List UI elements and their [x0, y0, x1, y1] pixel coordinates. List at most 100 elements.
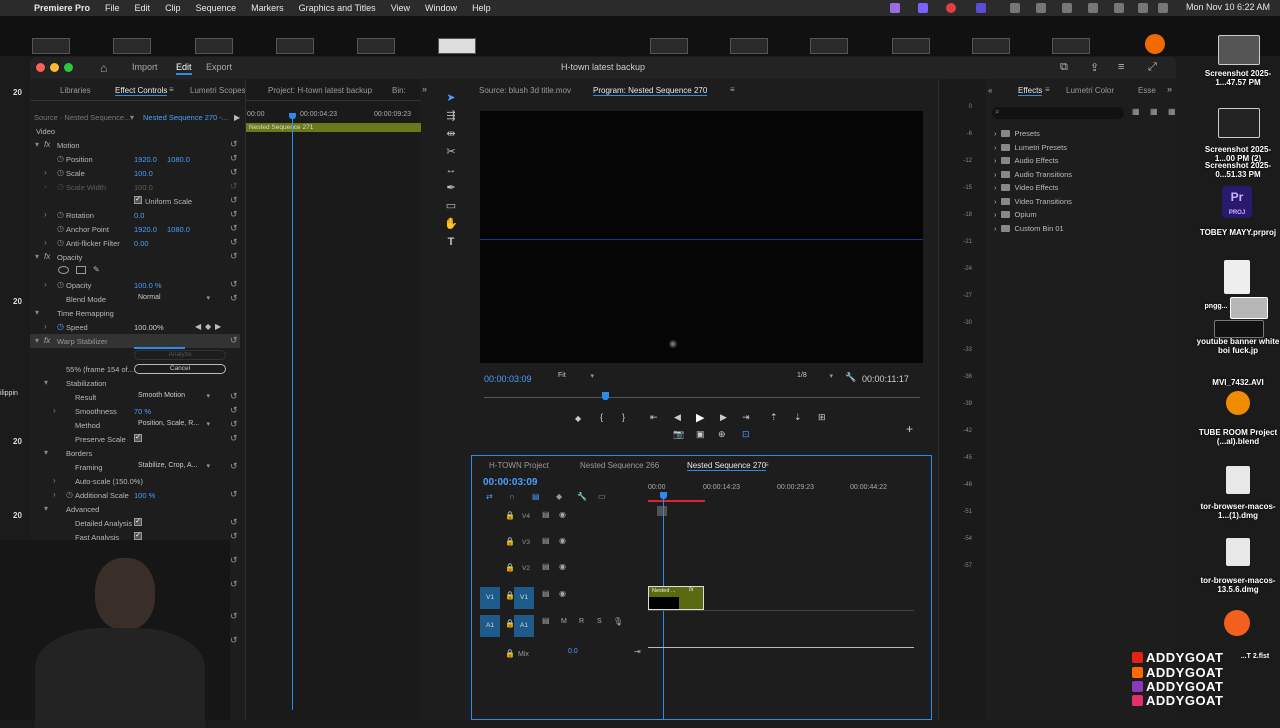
blender-file-icon[interactable]: [1226, 391, 1250, 415]
sync-lock-icon[interactable]: ▤: [542, 589, 550, 598]
chevron-down-icon[interactable]: ▾: [44, 448, 48, 457]
menu-markers[interactable]: Markers: [251, 3, 284, 13]
chevron-right-icon[interactable]: ›: [44, 210, 47, 219]
share-icon[interactable]: ⇪: [1090, 61, 1099, 74]
ec-rotation-value[interactable]: 0.0: [134, 211, 144, 220]
ec-smoothness-value[interactable]: 70 %: [134, 407, 151, 416]
button-editor-icon[interactable]: +: [906, 422, 913, 436]
tab-lumetri-color[interactable]: Lumetri Color: [1066, 86, 1114, 95]
effects-folder-presets[interactable]: › Presets: [994, 129, 1040, 138]
desktop-file-label[interactable]: Screenshot 2025-1...47.57 PM: [1196, 69, 1280, 87]
slip-tool-icon[interactable]: ↔: [444, 163, 458, 177]
fl-studio-app-icon[interactable]: [1145, 34, 1165, 54]
record-button[interactable]: R: [579, 618, 584, 625]
timeline-settings-icon[interactable]: 🔧: [577, 492, 587, 501]
desktop-file-label[interactable]: tor-browser-macos-1...(1).dmg: [1196, 502, 1280, 520]
stopwatch-icon[interactable]: ◷: [57, 154, 64, 163]
lock-icon[interactable]: 🔒: [505, 537, 515, 546]
stopwatch-icon[interactable]: ◷: [57, 210, 64, 219]
reset-icon[interactable]: ↺: [230, 167, 238, 178]
tab-source-monitor[interactable]: Source: blush 3d title.mov: [479, 86, 571, 95]
ec-anchor-y[interactable]: 1080.0: [167, 225, 190, 234]
step-back-icon[interactable]: ◀: [674, 412, 681, 423]
sync-lock-icon[interactable]: ▤: [542, 562, 550, 571]
fx-icon[interactable]: fx: [44, 336, 50, 345]
play-triangle-icon[interactable]: ▶: [234, 113, 240, 122]
panel-menu-icon[interactable]: ≡: [730, 85, 735, 94]
program-playhead[interactable]: [602, 392, 609, 400]
ec-position-x[interactable]: 1920.0: [134, 155, 157, 164]
search-icon[interactable]: [1138, 3, 1148, 13]
file-icon[interactable]: [1224, 260, 1250, 294]
fx-icon[interactable]: fx: [44, 252, 50, 261]
mix-volume-line[interactable]: [648, 647, 914, 648]
display-icon[interactable]: [1062, 3, 1072, 13]
desktop-file-label[interactable]: TUBE ROOM Project (...al).blend: [1196, 428, 1280, 446]
chevron-down-icon[interactable]: ▾: [35, 140, 39, 149]
detailed-analysis-checkbox[interactable]: ✓: [134, 518, 142, 526]
next-keyframe-icon[interactable]: ▶: [215, 322, 221, 331]
menu-window[interactable]: Window: [425, 3, 457, 13]
reset-icon[interactable]: ↺: [230, 139, 238, 150]
yuv-effects-icon[interactable]: ▦: [1168, 107, 1176, 116]
tab-program-monitor[interactable]: Program: Nested Sequence 270: [593, 86, 708, 96]
premiere-project-icon[interactable]: Pr PROJ: [1222, 186, 1252, 218]
fast-analysis-checkbox[interactable]: ✓: [134, 532, 142, 540]
menu-app-name[interactable]: Premiere Pro: [34, 3, 90, 13]
panel-expand-icon[interactable]: «: [988, 86, 992, 95]
status-app-icon[interactable]: [1010, 3, 1020, 13]
program-scrubber-track[interactable]: [484, 397, 920, 398]
stopwatch-icon[interactable]: ◷: [57, 224, 64, 233]
tab-project[interactable]: Project: H-town latest backup: [268, 86, 372, 95]
ellipse-mask-icon[interactable]: [58, 266, 69, 274]
sync-lock-icon[interactable]: ▤: [542, 616, 550, 625]
chevron-right-icon[interactable]: ›: [44, 280, 47, 289]
timeline-playhead-handle[interactable]: [660, 492, 667, 499]
reset-icon[interactable]: ↺: [230, 635, 238, 646]
ec-opacity-header[interactable]: ▾ fx Opacity ↺: [30, 250, 240, 264]
ec-position-y[interactable]: 1080.0: [167, 155, 190, 164]
reset-icon[interactable]: ↺: [230, 433, 238, 444]
record-icon[interactable]: [946, 3, 956, 13]
ec-speed-value[interactable]: 100.00%: [134, 323, 164, 332]
solo-button[interactable]: S: [597, 618, 602, 625]
panel-expand-icon[interactable]: »: [422, 84, 427, 94]
effects-folder-audio-transitions[interactable]: › Audio Transitions: [994, 170, 1072, 179]
ec-anchor-x[interactable]: 1920.0: [134, 225, 157, 234]
type-tool-icon[interactable]: T: [444, 235, 458, 249]
preserve-scale-checkbox[interactable]: ✓: [134, 434, 142, 442]
desktop-file-label[interactable]: MVI_7432.AVI: [1196, 378, 1280, 387]
workspaces-menu-icon[interactable]: ≡: [1118, 61, 1124, 73]
ec-stabilization-header[interactable]: ▾ Stabilization: [30, 376, 240, 390]
cancel-analysis-button[interactable]: Cancel: [134, 364, 226, 374]
tab-nested-sequence-266[interactable]: Nested Sequence 266: [580, 461, 659, 470]
play-icon[interactable]: ▶: [696, 411, 704, 424]
ec-clip-bar[interactable]: Nested Sequence 271: [246, 123, 421, 132]
control-center-icon[interactable]: [1158, 3, 1168, 13]
panel-expand-icon[interactable]: »: [1167, 84, 1172, 94]
image-thumbnail[interactable]: [1214, 320, 1264, 338]
chevron-right-icon[interactable]: ›: [53, 476, 56, 485]
tab-lumetri-scopes[interactable]: Lumetri Scopes: [190, 86, 246, 95]
go-to-out-icon[interactable]: ⇥: [742, 412, 750, 423]
battery-icon[interactable]: [1088, 3, 1098, 13]
wrench-icon[interactable]: 🔧: [845, 372, 856, 383]
add-keyframe-icon[interactable]: ◆: [205, 322, 211, 331]
step-forward-icon[interactable]: ▶: [720, 412, 727, 423]
pen-tool-icon[interactable]: ✒: [444, 181, 458, 195]
tab-libraries[interactable]: Libraries: [60, 86, 91, 95]
chevron-down-icon[interactable]: ▾: [35, 252, 39, 261]
reset-icon[interactable]: ↺: [230, 489, 238, 500]
desktop-file-label[interactable]: ...T 2.flst: [1230, 652, 1280, 661]
menu-file[interactable]: File: [105, 3, 120, 13]
chevron-down-icon[interactable]: ▾: [35, 308, 39, 317]
panel-menu-icon[interactable]: ≡: [764, 460, 769, 469]
hand-tool-icon[interactable]: ✋: [444, 217, 458, 231]
rectangle-tool-icon[interactable]: ▭: [444, 199, 458, 213]
framing-dropdown[interactable]: Stabilize, Crop, A...: [136, 462, 212, 472]
stopwatch-icon[interactable]: ◷: [57, 322, 64, 331]
comparison-view-icon[interactable]: ⊞: [818, 412, 826, 423]
timeline-clip-nested[interactable]: Nested ... fx: [648, 586, 704, 610]
source-patch-v1[interactable]: V1: [480, 587, 500, 609]
stopwatch-icon[interactable]: ◷: [57, 238, 64, 247]
